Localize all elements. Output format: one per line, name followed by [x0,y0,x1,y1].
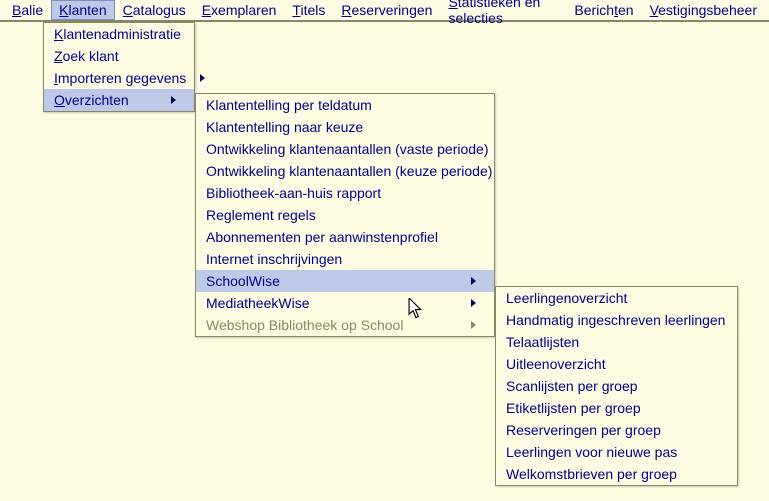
menubar: BalieKlantenCatalogusExemplarenTitelsRes… [0,0,769,22]
menubar-item-reserveringen[interactable]: Reserveringen [333,0,440,20]
chevron-right-icon [171,96,176,104]
menu-item-label: Leerlingenoverzicht [506,290,627,306]
chevron-right-icon [471,321,476,329]
menu-item-label: Bibliotheek-aan-huis rapport [206,185,381,201]
menu-item-abonnementen-per-aanwinstenprofiel[interactable]: Abonnementen per aanwinstenprofiel [196,226,494,248]
menubar-item-vestigingsbeheer[interactable]: Vestigingsbeheer [642,0,765,20]
menubar-item-berichten[interactable]: Berichten [566,0,641,20]
menu-item-ontwikkeling-klantenaantallen-vaste-periode-[interactable]: Ontwikkeling klantenaantallen (vaste per… [196,138,494,160]
menu-item-label: Klantenadministratie [54,26,181,42]
menu-item-label: Handmatig ingeschreven leerlingen [506,312,725,328]
menu-item-label: Ontwikkeling klantenaantallen (keuze per… [206,163,492,179]
menu-item-label: Abonnementen per aanwinstenprofiel [206,229,438,245]
submenu-overzichten: Klantentelling per teldatum Klantentellin… [195,93,495,337]
menu-item-label: Reserveringen per groep [506,422,661,438]
menu-item-klantenadministratie[interactable]: Klantenadministratie [44,23,194,45]
chevron-right-icon [200,74,205,82]
menubar-item-statistieken-en-selecties[interactable]: Statistieken en selecties [440,0,566,28]
menu-item-label: Etiketlijsten per groep [506,400,641,416]
menubar-item-klanten[interactable]: Klanten [51,0,115,20]
menu-item-label: Overzichten [54,92,129,108]
menu-item-label: Uitleenoverzicht [506,356,606,372]
menu-item-importeren-gegevens[interactable]: Importeren gegevens [44,67,194,89]
chevron-right-icon [471,277,476,285]
chevron-right-icon [471,299,476,307]
menu-item-label: Klantentelling naar keuze [206,119,363,135]
menu-item-handmatig-ingeschreven-leerlingen[interactable]: Handmatig ingeschreven leerlingen [496,309,737,331]
menu-item-klantentelling-per-teldatum[interactable]: Klantentelling per teldatum [196,94,494,116]
menu-item-internet-inschrijvingen[interactable]: Internet inschrijvingen [196,248,494,270]
menu-item-klantentelling-naar-keuze[interactable]: Klantentelling naar keuze [196,116,494,138]
menu-item-bibliotheek-aan-huis-rapport[interactable]: Bibliotheek-aan-huis rapport [196,182,494,204]
menu-item-label: Telaatlijsten [506,334,579,350]
menu-item-schoolwise[interactable]: SchoolWise [196,270,494,292]
menu-item-label: Internet inschrijvingen [206,251,342,267]
menu-item-label: Reglement regels [206,207,316,223]
menubar-item-balie[interactable]: Balie [4,0,51,20]
menu-item-uitleenoverzicht[interactable]: Uitleenoverzicht [496,353,737,375]
menubar-item-exemplaren[interactable]: Exemplaren [194,0,285,20]
menu-item-label: Zoek klant [54,48,119,64]
menu-item-label: Ontwikkeling klantenaantallen (vaste per… [206,141,489,157]
menu-item-label: Welkomstbrieven per groep [506,466,677,482]
menu-item-webshop-bibliotheek-op-school: Webshop Bibliotheek op School [196,314,494,336]
menu-item-label: Scanlijsten per groep [506,378,638,394]
submenu-klanten: Klantenadministratie Zoek klant Importeren… [43,22,195,112]
menu-item-overzichten[interactable]: Overzichten [44,89,194,111]
menu-item-label: Webshop Bibliotheek op School [206,317,403,333]
menu-item-telaatlijsten[interactable]: Telaatlijsten [496,331,737,353]
menu-item-ontwikkeling-klantenaantallen-keuze-periode-[interactable]: Ontwikkeling klantenaantallen (keuze per… [196,160,494,182]
menu-item-leerlingen-voor-nieuwe-pas[interactable]: Leerlingen voor nieuwe pas [496,441,737,463]
menu-item-label: SchoolWise [206,273,280,289]
submenu-schoolwise: Leerlingenoverzicht Handmatig ingeschreve… [495,286,738,486]
menu-item-leerlingenoverzicht[interactable]: Leerlingenoverzicht [496,287,737,309]
menu-item-scanlijsten-per-groep[interactable]: Scanlijsten per groep [496,375,737,397]
menubar-item-catalogus[interactable]: Catalogus [115,0,194,20]
menu-item-welkomstbrieven-per-groep[interactable]: Welkomstbrieven per groep [496,463,737,485]
menu-item-zoek-klant[interactable]: Zoek klant [44,45,194,67]
menu-item-mediatheekwise[interactable]: MediatheekWise [196,292,494,314]
menu-item-label: Importeren gegevens [54,70,186,86]
menu-item-etiketlijsten-per-groep[interactable]: Etiketlijsten per groep [496,397,737,419]
menu-item-reglement-regels[interactable]: Reglement regels [196,204,494,226]
menu-item-reserveringen-per-groep[interactable]: Reserveringen per groep [496,419,737,441]
menu-item-label: MediatheekWise [206,295,310,311]
menu-item-label: Leerlingen voor nieuwe pas [506,444,677,460]
menu-item-label: Klantentelling per teldatum [206,97,372,113]
menubar-item-titels[interactable]: Titels [284,0,333,20]
